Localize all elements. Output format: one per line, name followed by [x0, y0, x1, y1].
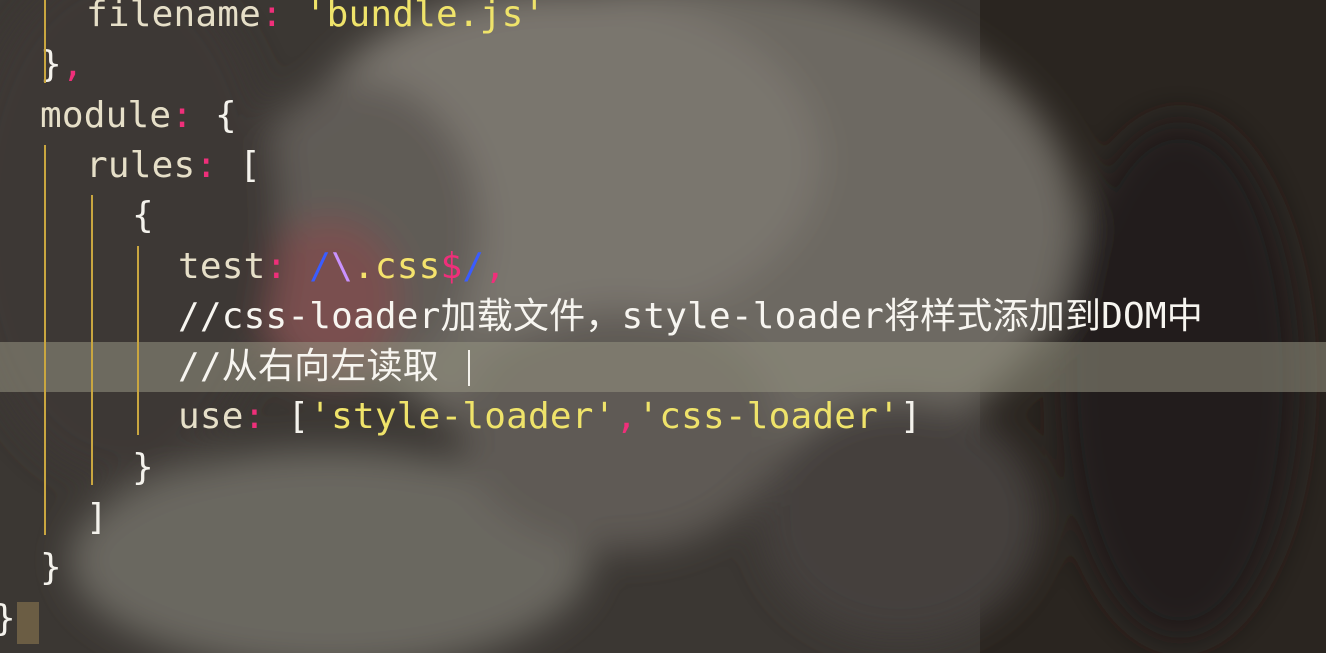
code-token-str: 'style-loader' — [309, 396, 616, 438]
text-caret — [468, 350, 470, 387]
code-token-regex-slash: / — [309, 245, 332, 287]
code-line-current[interactable]: //从右向左读取 — [0, 342, 1326, 393]
code-token-key: use — [178, 396, 244, 438]
code-token-punct: , — [484, 245, 507, 287]
code-line-text: } — [132, 443, 154, 493]
code-token-brace: } — [0, 598, 16, 639]
indent-guide — [44, 0, 46, 83]
code-token-regex-esc: \ — [331, 245, 353, 287]
code-token-brace: { — [132, 195, 154, 237]
code-token-comment: //从右向左读取 — [178, 346, 439, 388]
indent-guide — [137, 245, 139, 435]
code-token-brace: ] — [899, 396, 922, 438]
code-editor[interactable]: filename: 'bundle.js'}, module: {rules: [… — [0, 0, 1326, 653]
code-token-key: module — [40, 94, 172, 136]
code-token-punct: : — [195, 144, 240, 186]
indent-guide — [44, 144, 46, 536]
code-line-text: { — [132, 191, 154, 241]
code-token-key: test — [178, 245, 266, 287]
code-line-text: test: /\.css$/, — [178, 242, 506, 292]
indent-guide — [91, 195, 93, 485]
code-line-text: //css-loader加载文件，style-loader将样式添加到DOM中 — [178, 292, 1203, 342]
code-line-text: module: { — [40, 91, 237, 141]
code-line-text: use: ['style-loader','css-loader'] — [178, 392, 922, 442]
code-line-text: //从右向左读取 — [178, 342, 439, 392]
code-token-regex-slash: / — [462, 245, 485, 287]
code-token-str: 'css-loader' — [637, 396, 900, 438]
code-token-punct: , — [615, 396, 638, 438]
code-token-punct: : — [265, 245, 310, 287]
code-token-brace: { — [215, 94, 237, 136]
code-token-punct: : — [243, 396, 288, 438]
code-token-regex-body: .css — [353, 245, 441, 287]
block-cursor — [17, 601, 39, 644]
code-token-comment: //css-loader加载文件，style-loader将样式添加到DOM中 — [178, 295, 1203, 337]
code-line-text: rules: [ — [86, 141, 261, 191]
code-token-punct: : — [171, 94, 215, 136]
code-token-key: rules — [86, 144, 196, 186]
code-token-brace: } — [40, 547, 62, 589]
code-line-text: filename: 'bundle.js' — [86, 0, 545, 40]
code-token-str: 'bundle.js' — [304, 0, 546, 35]
code-token-regex-dollar: $ — [440, 245, 463, 287]
code-token-brace: } — [132, 446, 154, 488]
code-token-brace: [ — [287, 396, 310, 438]
code-line-text: } — [0, 594, 16, 644]
code-token-key: filename — [86, 0, 261, 35]
code-token-punct: : — [261, 0, 305, 35]
code-token-brace: ] — [86, 497, 108, 538]
code-line-text: } — [40, 543, 62, 593]
code-token-brace: [ — [239, 144, 261, 186]
code-line-text: ] — [86, 493, 108, 543]
code-token-punct: , — [61, 44, 84, 86]
code-line-text: }, — [40, 40, 84, 90]
